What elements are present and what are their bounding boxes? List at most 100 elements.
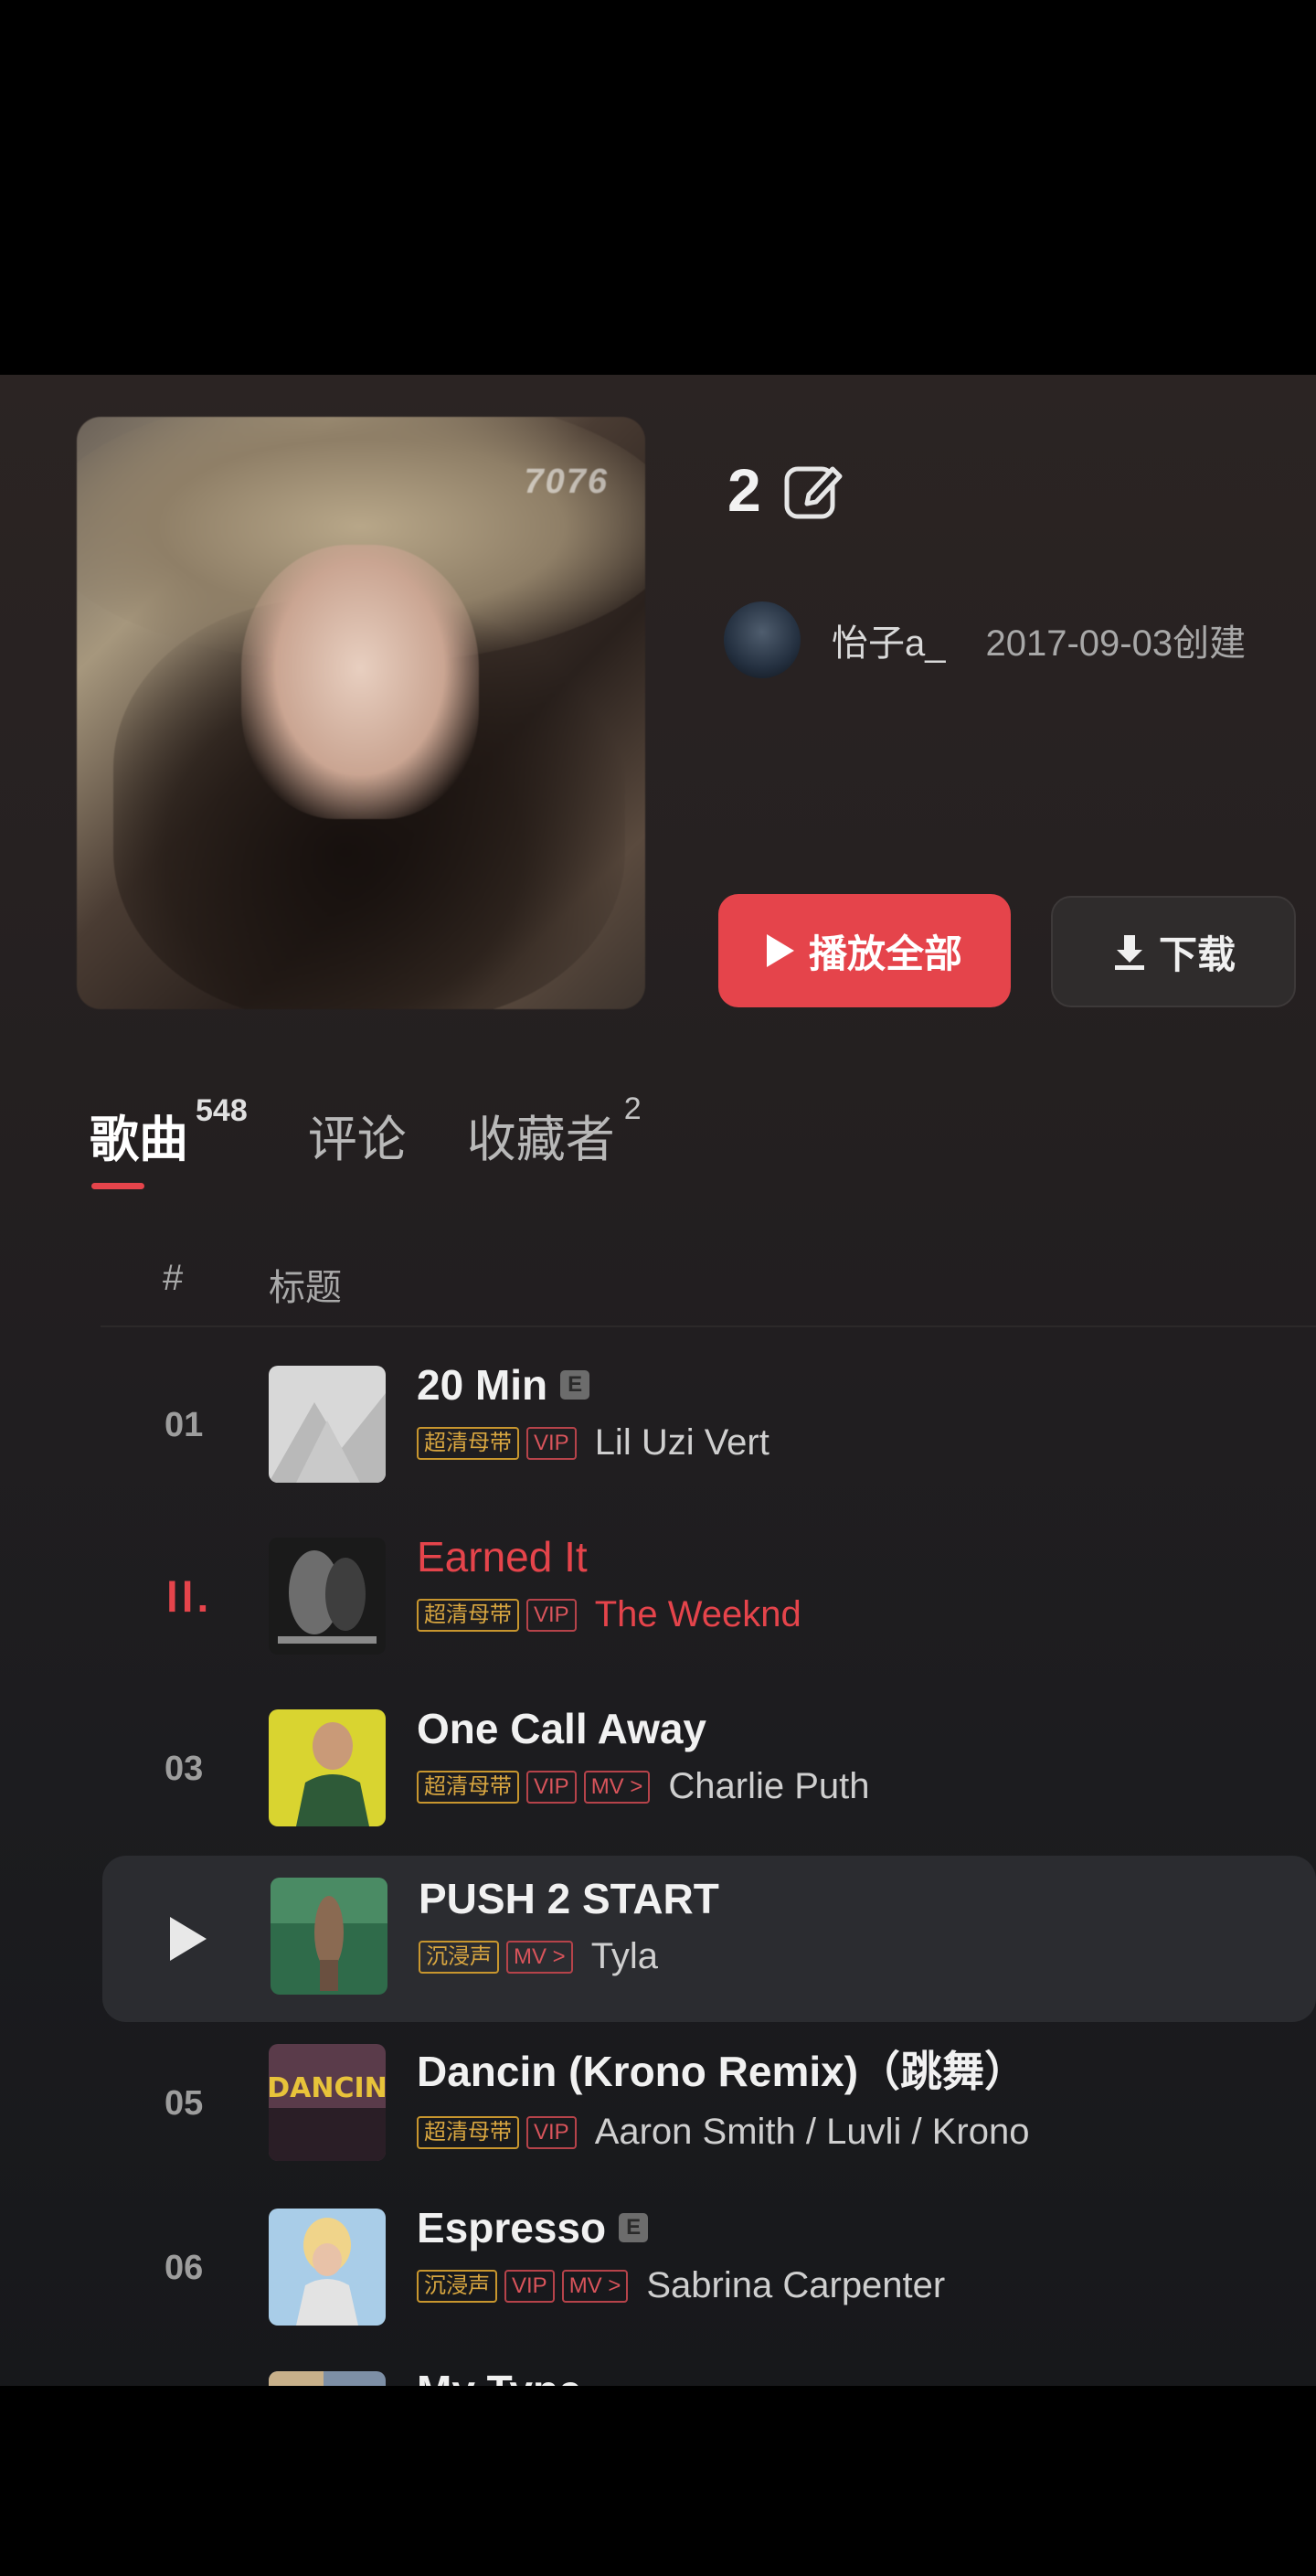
- tab-comments-label: 评论: [307, 1112, 407, 1167]
- mv-tag[interactable]: MV >: [506, 1940, 573, 1974]
- table-row[interactable]: My Type: [101, 2353, 1316, 2386]
- tab-subscribers-count: 2: [623, 1091, 642, 1126]
- table-header: # 标题: [163, 1258, 342, 1311]
- song-thumbnail: [269, 2371, 386, 2386]
- row-index: 01: [164, 1405, 204, 1444]
- tab-songs-count: 548: [196, 1093, 248, 1128]
- song-title[interactable]: Earned It: [417, 1532, 801, 1581]
- song-title[interactable]: Espresso E: [417, 2203, 945, 2252]
- active-tab-indicator: [91, 1183, 144, 1189]
- song-thumbnail: [269, 2209, 386, 2326]
- song-title[interactable]: One Call Away: [417, 1704, 870, 1753]
- cover-face-shape: [241, 545, 479, 819]
- table-row[interactable]: 05 DANCIN Dancin (Krono Remix)（跳舞） 超清母带 …: [101, 2026, 1316, 2181]
- row-index: 03: [164, 1749, 204, 1788]
- song-info: Espresso E 沉浸声 VIP MV > Sabrina Carpente…: [417, 2203, 945, 2306]
- tab-subscribers[interactable]: 收藏者 2: [466, 1091, 642, 1171]
- table-row[interactable]: ll. Earned It 超清母带 VIP The Weeknd: [101, 1519, 1316, 1675]
- play-all-button[interactable]: 播放全部: [718, 894, 1011, 1007]
- row-index: 05: [164, 2083, 204, 2123]
- created-date: 2017-09-03创建: [985, 623, 1247, 664]
- song-thumbnail: [269, 1709, 386, 1826]
- column-number: #: [163, 1258, 184, 1298]
- song-thumbnail: [271, 1878, 387, 1995]
- artist-name[interactable]: Charlie Puth: [668, 1766, 869, 1807]
- vip-tag: VIP: [526, 1598, 577, 1632]
- artist-name[interactable]: Lil Uzi Vert: [595, 1422, 769, 1464]
- song-title[interactable]: Dancin (Krono Remix)（跳舞）: [417, 2038, 1029, 2099]
- song-title[interactable]: PUSH 2 START: [419, 1874, 719, 1923]
- playlist-title: 2: [727, 456, 761, 524]
- song-info: PUSH 2 START 沉浸声 MV > Tyla: [419, 1874, 719, 1977]
- quality-tag: 超清母带: [417, 1770, 519, 1804]
- song-meta: 超清母带 VIP Lil Uzi Vert: [417, 1422, 769, 1464]
- song-title-text: My Type: [417, 2366, 582, 2386]
- avatar[interactable]: [724, 601, 801, 678]
- quality-tag: 超清母带: [417, 1598, 519, 1632]
- vip-tag: VIP: [526, 1426, 577, 1460]
- explicit-badge: E: [619, 2213, 649, 2242]
- song-title-text: 20 Min: [417, 1361, 548, 1409]
- play-icon: [170, 1917, 207, 1961]
- artist-name[interactable]: The Weeknd: [595, 1594, 801, 1635]
- song-info: 20 Min E 超清母带 VIP Lil Uzi Vert: [417, 1360, 769, 1464]
- creator-name[interactable]: 怡子a_: [832, 613, 946, 666]
- creator-row: 怡子a_ 2017-09-03创建: [724, 601, 1246, 678]
- row-play-button[interactable]: [166, 1856, 207, 2022]
- column-title[interactable]: 标题: [269, 1258, 342, 1311]
- quality-tag: 超清母带: [417, 2115, 519, 2149]
- title-row: 2: [727, 455, 845, 525]
- table-row[interactable]: PUSH 2 START 沉浸声 MV > Tyla: [102, 1856, 1316, 2022]
- quality-tag: 沉浸声: [419, 1940, 499, 1974]
- song-thumbnail: DANCIN: [269, 2044, 386, 2161]
- app-window: 7076 2 怡子a_ 2017-09-03创建 播放全部 下载 歌曲 548: [0, 375, 1316, 2386]
- tab-songs[interactable]: 歌曲 548: [90, 1093, 248, 1171]
- tab-bar: 歌曲 548 评论 收藏者 2: [90, 1091, 702, 1171]
- song-title-text: One Call Away: [417, 1705, 707, 1752]
- table-row[interactable]: 03 One Call Away 超清母带 VIP MV > Charlie P…: [101, 1691, 1316, 1847]
- vip-tag: VIP: [526, 2115, 577, 2149]
- artist-name[interactable]: Sabrina Carpenter: [646, 2265, 945, 2306]
- quality-tag: 超清母带: [417, 1426, 519, 1460]
- song-info: My Type: [417, 2366, 582, 2386]
- tab-subscribers-label: 收藏者: [466, 1112, 615, 1167]
- song-meta: 超清母带 VIP The Weeknd: [417, 1594, 801, 1635]
- cover-play-count: 7076: [524, 463, 609, 501]
- header-divider: [101, 1325, 1316, 1327]
- vip-tag: VIP: [526, 1770, 577, 1804]
- playlist-cover[interactable]: 7076: [77, 417, 645, 1009]
- song-meta: 超清母带 VIP Aaron Smith / Luvli / Krono: [417, 2112, 1029, 2153]
- row-index: 06: [164, 2248, 204, 2287]
- song-meta: 沉浸声 VIP MV > Sabrina Carpenter: [417, 2265, 945, 2306]
- download-icon: [1114, 935, 1144, 970]
- song-info: One Call Away 超清母带 VIP MV > Charlie Puth: [417, 1704, 870, 1807]
- song-meta: 超清母带 VIP MV > Charlie Puth: [417, 1766, 870, 1807]
- play-icon: [766, 934, 794, 967]
- song-title[interactable]: My Type: [417, 2366, 582, 2386]
- song-meta: 沉浸声 MV > Tyla: [419, 1936, 719, 1977]
- vip-tag: VIP: [504, 2269, 555, 2303]
- tab-comments[interactable]: 评论: [308, 1099, 407, 1171]
- song-title-text: Dancin (Krono Remix)（跳舞）: [417, 2048, 1027, 2095]
- mv-tag[interactable]: MV >: [583, 1770, 651, 1804]
- artist-name[interactable]: Tyla: [591, 1936, 658, 1977]
- song-title[interactable]: 20 Min E: [417, 1360, 769, 1410]
- artist-name[interactable]: Aaron Smith / Luvli / Krono: [595, 2112, 1030, 2153]
- song-info: Dancin (Krono Remix)（跳舞） 超清母带 VIP Aaron …: [417, 2038, 1029, 2153]
- svg-text:DANCIN: DANCIN: [269, 2072, 386, 2104]
- edit-icon[interactable]: [781, 458, 845, 522]
- song-title-text: Earned It: [417, 1533, 588, 1581]
- song-title-text: Espresso: [417, 2204, 607, 2251]
- quality-tag: 沉浸声: [417, 2269, 497, 2303]
- explicit-badge: E: [560, 1370, 590, 1400]
- tab-songs-label: 歌曲: [90, 1112, 188, 1167]
- download-label: 下载: [1158, 932, 1236, 976]
- song-thumbnail: [269, 1538, 386, 1655]
- table-row[interactable]: 06 Espresso E 沉浸声 VIP MV > Sabrina Carpe…: [101, 2190, 1316, 2346]
- song-title-text: PUSH 2 START: [419, 1875, 719, 1922]
- table-row[interactable]: 01 20 Min E 超清母带 VIP Lil Uzi Vert: [101, 1347, 1316, 1503]
- mv-tag[interactable]: MV >: [561, 2269, 629, 2303]
- download-button[interactable]: 下载: [1051, 896, 1296, 1007]
- play-all-label: 播放全部: [808, 931, 962, 975]
- song-thumbnail: [269, 1366, 386, 1483]
